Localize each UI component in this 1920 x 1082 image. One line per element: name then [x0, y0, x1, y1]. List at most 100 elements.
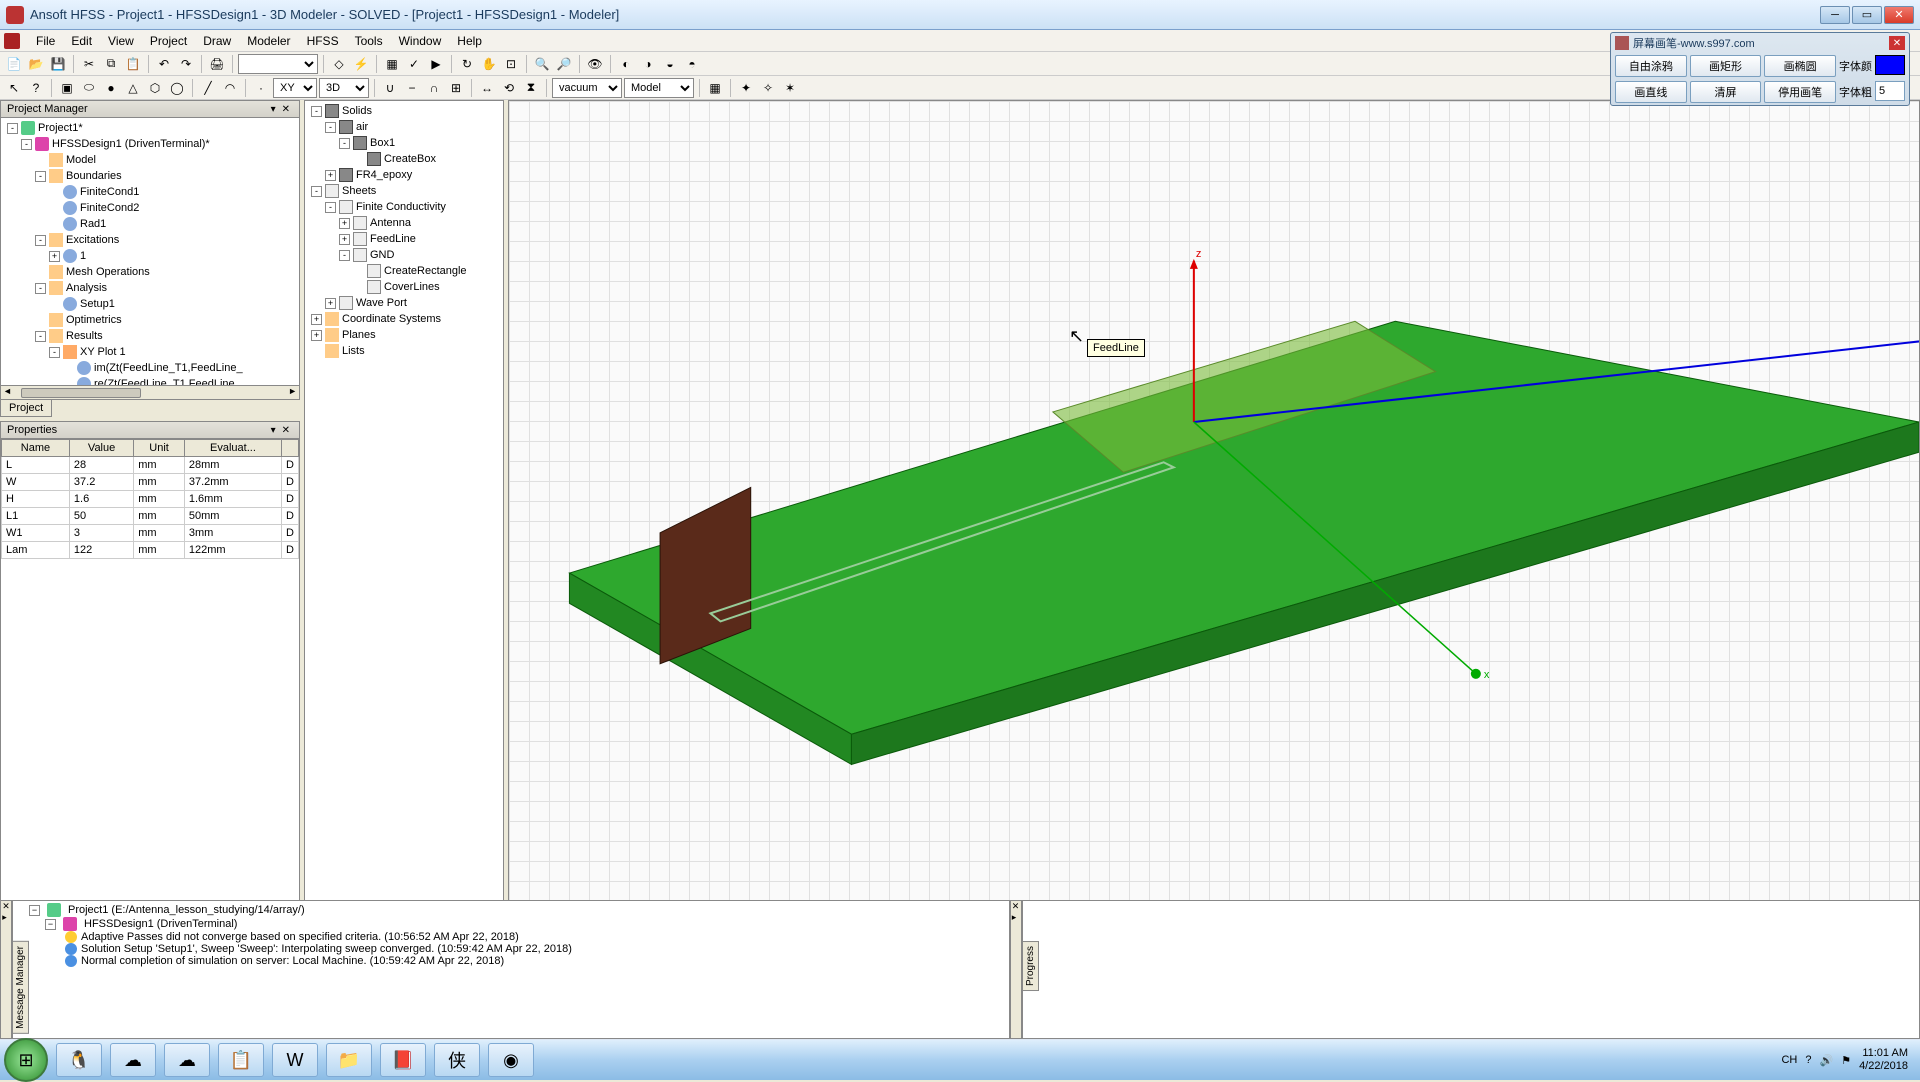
menu-help[interactable]: Help: [449, 32, 490, 50]
redo-icon[interactable]: ↷: [176, 54, 196, 74]
tray-net-icon[interactable]: 🔊: [1819, 1054, 1833, 1067]
open-icon[interactable]: 📂: [26, 54, 46, 74]
pen-ellipse[interactable]: 画椭圆: [1764, 55, 1836, 77]
tree-item[interactable]: Mesh Operations: [3, 264, 297, 280]
task-app3[interactable]: ☁: [164, 1043, 210, 1077]
intersect-icon[interactable]: ∩: [424, 78, 444, 98]
paste-icon[interactable]: 📋: [123, 54, 143, 74]
color-picker[interactable]: [1875, 55, 1905, 75]
tree-item[interactable]: -Finite Conductivity: [307, 199, 501, 215]
tree-item[interactable]: +Antenna: [307, 215, 501, 231]
solve-icon[interactable]: ▶: [426, 54, 446, 74]
check-icon[interactable]: ✓: [404, 54, 424, 74]
table-row[interactable]: H1.6mm1.6mmD: [2, 491, 299, 508]
save-icon[interactable]: 💾: [48, 54, 68, 74]
pen-freehand[interactable]: 自由涂鸦: [1615, 55, 1687, 77]
tree-item[interactable]: +1: [3, 248, 297, 264]
tree-item[interactable]: -XY Plot 1: [3, 344, 297, 360]
width-input[interactable]: [1875, 81, 1905, 101]
snap1-icon[interactable]: ✦: [736, 78, 756, 98]
tree-item[interactable]: Lists: [307, 343, 501, 359]
tree-item[interactable]: -air: [307, 119, 501, 135]
task-app1[interactable]: 🐧: [56, 1043, 102, 1077]
tree-item[interactable]: -Sheets: [307, 183, 501, 199]
tray-lang[interactable]: CH: [1781, 1054, 1797, 1066]
zoom-out-icon[interactable]: 🔎: [554, 54, 574, 74]
light4-icon[interactable]: ◓: [682, 54, 702, 74]
3d-viewport[interactable]: z x ↖ FeedLine 0 25 50 (mm): [508, 100, 1920, 1026]
pen-rect[interactable]: 画矩形: [1690, 55, 1762, 77]
split-icon[interactable]: ⊞: [446, 78, 466, 98]
pen-line[interactable]: 画直线: [1615, 81, 1687, 103]
tray-flag-icon[interactable]: ⚑: [1841, 1054, 1851, 1067]
new-icon[interactable]: 📄: [4, 54, 24, 74]
project-tab[interactable]: Project: [0, 400, 52, 417]
model-select[interactable]: Model: [624, 78, 694, 98]
progress-close-icon[interactable]: ✕▸: [1010, 900, 1022, 1050]
ph-name[interactable]: Name: [2, 440, 70, 457]
tree-item[interactable]: -Excitations: [3, 232, 297, 248]
grid-icon[interactable]: ▦: [705, 78, 725, 98]
geom-icon[interactable]: ◇: [329, 54, 349, 74]
task-drawtool[interactable]: 侠: [434, 1043, 480, 1077]
menu-window[interactable]: Window: [391, 32, 450, 50]
light2-icon[interactable]: ◑: [638, 54, 658, 74]
tree-item[interactable]: CoverLines: [307, 279, 501, 295]
pan-tool-icon[interactable]: ✋: [479, 54, 499, 74]
overlay-close-icon[interactable]: ✕: [1889, 36, 1905, 50]
line-icon[interactable]: ╱: [198, 78, 218, 98]
box-icon[interactable]: ▣: [57, 78, 77, 98]
properties-table[interactable]: Name Value Unit Evaluat... L28mm28mmDW37…: [1, 439, 299, 559]
close-button[interactable]: ✕: [1884, 6, 1914, 24]
rot-icon[interactable]: ⟲: [499, 78, 519, 98]
tray-help-icon[interactable]: ?: [1805, 1054, 1811, 1066]
ph-eval[interactable]: Evaluat...: [184, 440, 281, 457]
menu-project[interactable]: Project: [142, 32, 195, 50]
cyl-icon[interactable]: ⬭: [79, 78, 99, 98]
menu-edit[interactable]: Edit: [63, 32, 100, 50]
pen-disable[interactable]: 停用画笔: [1764, 81, 1836, 103]
view-icon[interactable]: 👁: [585, 54, 605, 74]
undo-icon[interactable]: ↶: [154, 54, 174, 74]
msg-close-icon[interactable]: ✕▸: [0, 900, 12, 1050]
fit-icon[interactable]: ⊡: [501, 54, 521, 74]
tree-item[interactable]: Setup1: [3, 296, 297, 312]
cut-icon[interactable]: ✂: [79, 54, 99, 74]
pm-close-icon[interactable]: ✕: [279, 104, 293, 115]
tree-item[interactable]: -Boundaries: [3, 168, 297, 184]
cone-icon[interactable]: △: [123, 78, 143, 98]
menu-hfss[interactable]: HFSS: [299, 32, 347, 50]
menu-view[interactable]: View: [100, 32, 142, 50]
unite-icon[interactable]: ∪: [380, 78, 400, 98]
tree-item[interactable]: -Box1: [307, 135, 501, 151]
analyze-icon[interactable]: ⚡: [351, 54, 371, 74]
arc-icon[interactable]: ◠: [220, 78, 240, 98]
task-explorer[interactable]: 📁: [326, 1043, 372, 1077]
pt-icon[interactable]: ·: [251, 78, 271, 98]
subtract-icon[interactable]: −: [402, 78, 422, 98]
rotate-icon[interactable]: ↻: [457, 54, 477, 74]
light1-icon[interactable]: ◐: [616, 54, 636, 74]
poly-icon[interactable]: ⬡: [145, 78, 165, 98]
prop-close-icon[interactable]: ✕: [279, 425, 293, 436]
menu-tools[interactable]: Tools: [347, 32, 391, 50]
table-row[interactable]: W13mm3mmD: [2, 525, 299, 542]
message-manager[interactable]: Message Manager −Project1 (E:/Antenna_le…: [12, 900, 1010, 1050]
torus-icon[interactable]: ◯: [167, 78, 187, 98]
ph-unit[interactable]: Unit: [134, 440, 185, 457]
tree-item[interactable]: +Coordinate Systems: [307, 311, 501, 327]
sphere-icon[interactable]: ●: [101, 78, 121, 98]
pen-clear[interactable]: 清屏: [1690, 81, 1762, 103]
tree-item[interactable]: -HFSSDesign1 (DrivenTerminal)*: [3, 136, 297, 152]
menu-draw[interactable]: Draw: [195, 32, 239, 50]
tree-item[interactable]: -Project1*: [3, 120, 297, 136]
tree-item[interactable]: CreateBox: [307, 151, 501, 167]
tree-item[interactable]: -Analysis: [3, 280, 297, 296]
pm-pin-icon[interactable]: ▾: [268, 104, 279, 115]
task-app5[interactable]: 📕: [380, 1043, 426, 1077]
tree-item[interactable]: +FeedLine: [307, 231, 501, 247]
start-button[interactable]: ⊞: [4, 1038, 48, 1082]
tray-clock[interactable]: 11:01 AM 4/22/2018: [1859, 1047, 1908, 1073]
mirror-icon[interactable]: ⧗: [521, 78, 541, 98]
tree-item[interactable]: Model: [3, 152, 297, 168]
